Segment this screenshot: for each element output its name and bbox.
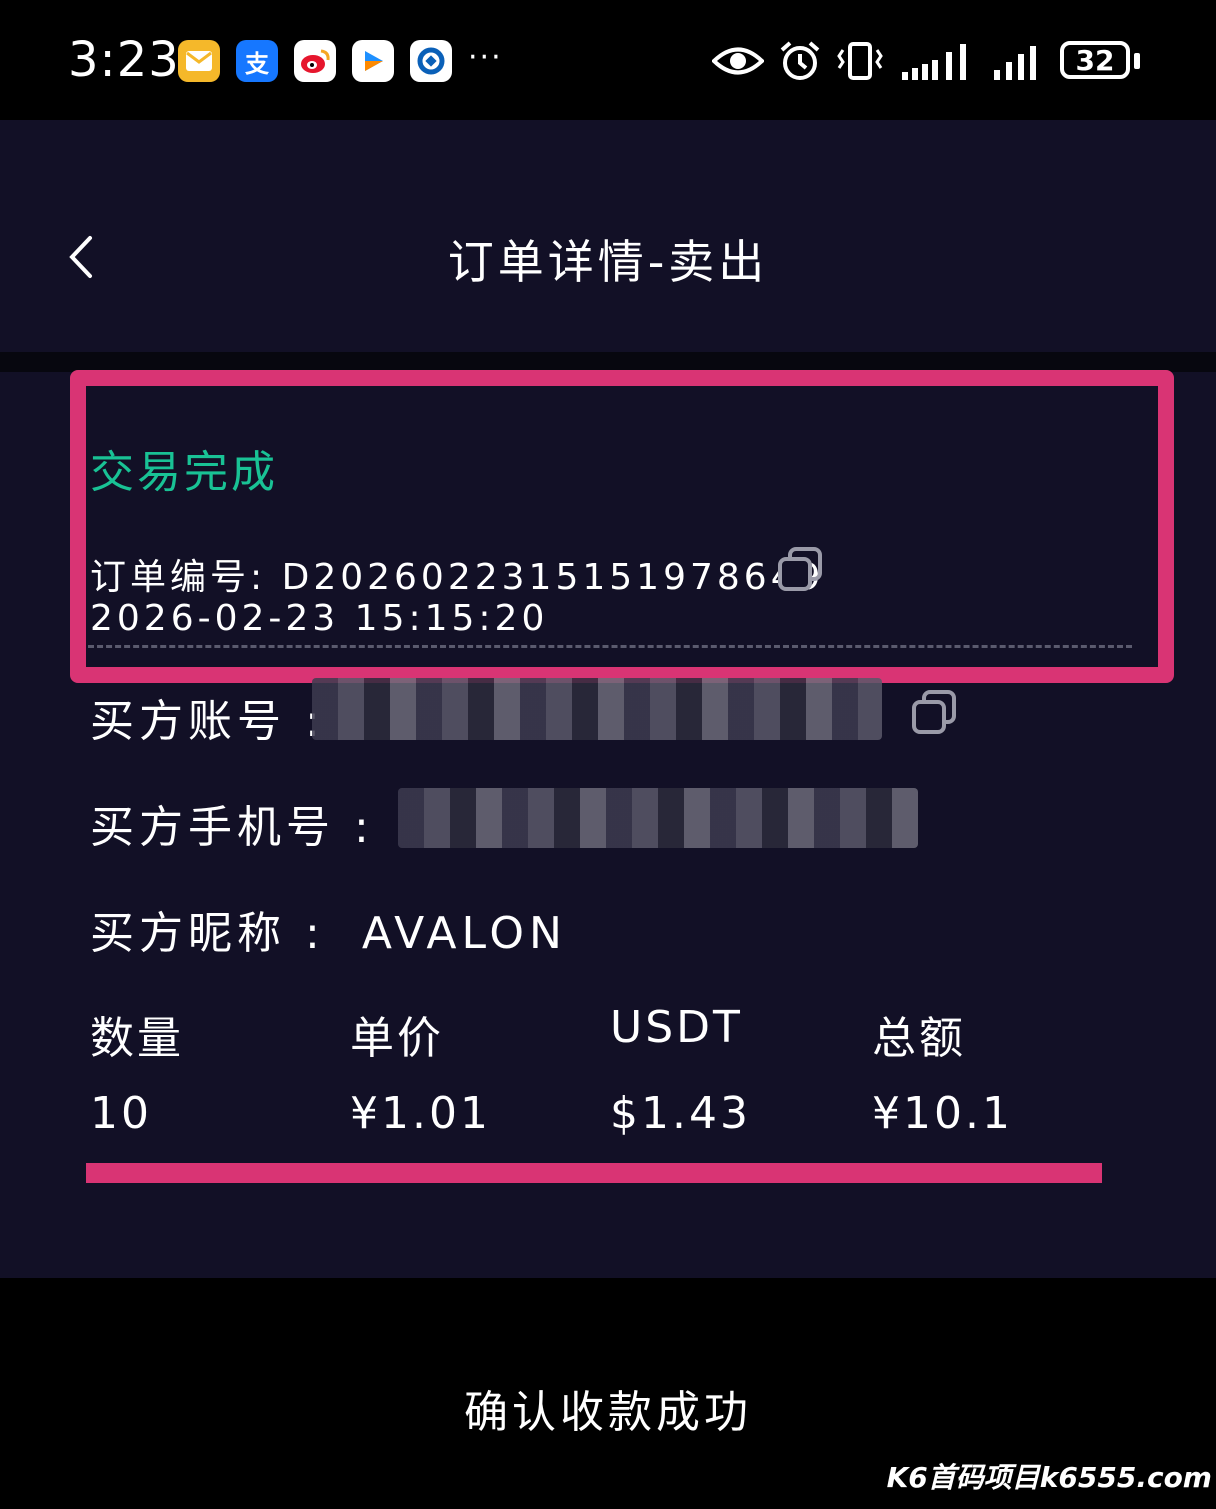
buyer-account-redacted [312,678,882,740]
order-status: 交易完成 [90,447,278,498]
battery-icon: 32 [1060,41,1130,79]
signal-icon-2 [994,46,1036,80]
buyer-nickname-label: 买方昵称 : [90,908,325,959]
order-datetime: 2026-02-23 15:15:20 [90,598,549,639]
table-header-quantity: 数量 [90,1013,184,1064]
buyer-nickname: AVALON [361,908,567,959]
bank-icon [410,40,452,82]
order-number-label: 订单编号: [90,557,267,598]
table-value-usdt: $1.43 [610,1088,751,1139]
copy-icon[interactable] [776,545,824,593]
buyer-account-label: 买方账号 : [90,696,325,747]
weibo-icon [294,40,336,82]
video-icon [352,40,394,82]
buyer-nickname-row: 买方昵称 : AVALON [90,897,567,961]
eye-icon [712,47,764,75]
order-number: D2026022315151978649 [281,557,825,598]
order-number-row: 订单编号: D2026022315151978649 [90,548,825,600]
table-value-quantity: 10 [90,1088,152,1139]
page-title: 订单详情-卖出 [447,235,769,289]
dashed-divider [88,645,1132,648]
table-value-total: ¥10.1 [872,1088,1013,1139]
vibrate-icon [837,42,883,80]
header-divider [0,352,1216,372]
copy-icon[interactable] [910,688,958,736]
watermark: K6首码项目k6555.com [886,1461,1212,1494]
highlight-underline [86,1163,1102,1183]
more-notifications-icon: ··· [468,40,503,75]
table-header-price: 单价 [350,1013,444,1064]
confirm-payment-button[interactable]: 确认收款成功 [0,1376,1216,1440]
buyer-phone-redacted [398,788,918,848]
table-header-usdt: USDT [610,1002,743,1053]
alarm-icon [780,41,820,80]
table-header-total: 总额 [872,1013,966,1064]
buyer-phone-label: 买方手机号 : [90,802,374,853]
alipay-icon: 支 [236,40,278,82]
table-value-price: ¥1.01 [350,1088,491,1139]
battery-tip [1134,53,1140,69]
signal-icon-1 [902,44,966,80]
mail-icon [178,40,220,82]
status-time: 3:23 [68,32,180,88]
status-bar: 3:23 支 ··· 32 [0,0,1216,120]
